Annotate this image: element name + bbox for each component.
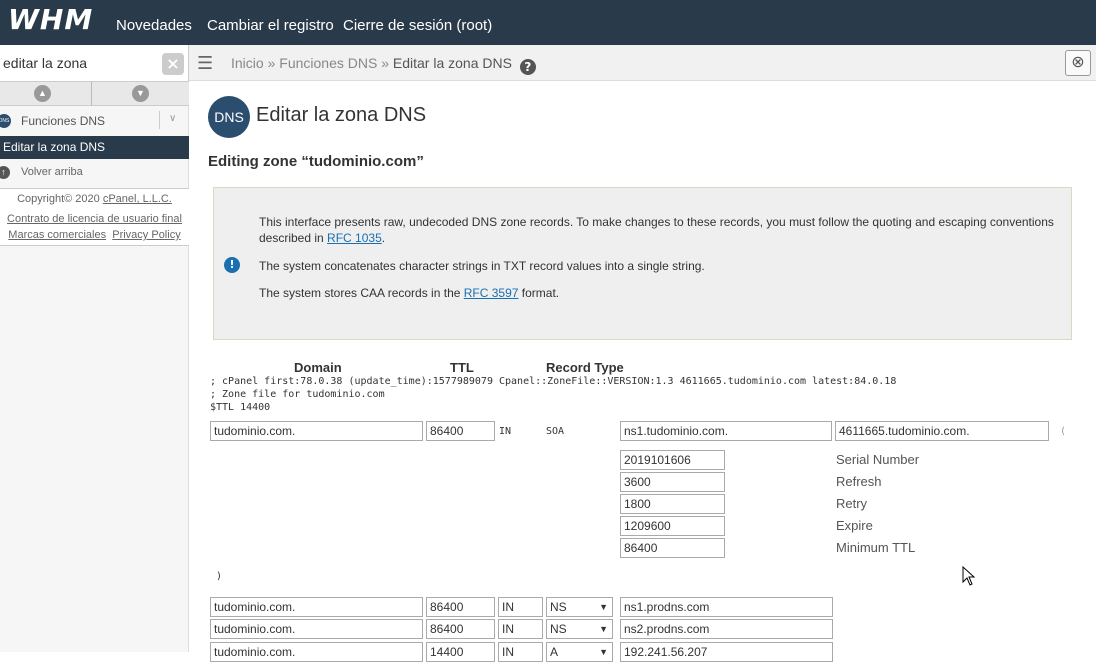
sidebar-scroll-controls: ▲ ▼ <box>0 82 189 106</box>
breadcrumb: Inicio » Funciones DNS » Editar la zona … <box>231 55 536 75</box>
breadcrumb-current: Editar la zona DNS <box>392 55 512 71</box>
divider <box>159 111 160 129</box>
divider <box>91 82 92 106</box>
breadcrumb-dns-functions[interactable]: Funciones DNS <box>279 55 377 71</box>
dns-icon: DNS <box>0 114 11 128</box>
soa-open-paren: ( <box>1060 426 1067 437</box>
scroll-up-icon[interactable]: ▲ <box>34 85 51 102</box>
soa-minttl-label: Minimum TTL <box>836 540 916 555</box>
cursor-icon <box>962 566 976 586</box>
sidebar-category-label: Funciones DNS <box>21 114 106 128</box>
scroll-down-icon[interactable]: ▼ <box>132 85 149 102</box>
main-content: DNS Editar la zona DNS Editing zone “tud… <box>190 82 1096 662</box>
record-ttl-input[interactable] <box>426 619 495 639</box>
soa-mname-input[interactable] <box>620 421 832 441</box>
column-header-type: Record Type <box>546 360 624 375</box>
license-link[interactable]: Contrato de licencia de usuario final <box>7 213 182 225</box>
zone-title: Editing zone “tudominio.com” <box>208 153 424 170</box>
record-domain-input[interactable] <box>210 619 423 639</box>
notice-line-2: The system concatenates character string… <box>259 259 705 273</box>
dropdown-arrow-icon: ▼ <box>599 624 608 634</box>
record-value-input[interactable] <box>620 619 833 639</box>
dns-icon: DNS <box>208 96 250 138</box>
column-header-ttl: TTL <box>450 360 474 375</box>
breadcrumb-home[interactable]: Inicio <box>231 55 264 71</box>
rfc3597-link[interactable]: RFC 3597 <box>464 286 519 300</box>
record-class-input[interactable] <box>498 619 543 639</box>
rfc1035-link[interactable]: RFC 1035 <box>327 231 382 245</box>
record-type-select[interactable]: A ▼ <box>546 642 613 662</box>
sidebar-category-dns[interactable]: DNS Funciones DNS ∨ <box>0 107 189 135</box>
lifesaver-icon[interactable]: ⊗ <box>1065 50 1091 76</box>
record-type-select[interactable]: NS ▼ <box>546 619 613 639</box>
soa-refresh-input[interactable] <box>620 472 725 492</box>
dropdown-arrow-icon: ▼ <box>599 602 608 612</box>
record-ttl-input[interactable] <box>426 597 495 617</box>
nav-novedades[interactable]: Novedades <box>116 17 192 34</box>
zone-comment: ; cPanel first:78.0.38 (update_time):157… <box>210 376 897 387</box>
top-bar: WHM Novedades Cambiar el registro Cierre… <box>0 0 1096 45</box>
zone-comment: $TTL 14400 <box>210 402 271 413</box>
sidebar-search <box>0 45 189 82</box>
soa-serial-input[interactable] <box>620 450 725 470</box>
column-header-domain: Domain <box>294 360 342 375</box>
soa-type: SOA <box>546 426 565 437</box>
sidebar-item-edit-zone[interactable]: Editar la zona DNS <box>0 136 189 159</box>
privacy-link[interactable]: Privacy Policy <box>112 229 180 241</box>
soa-retry-label: Retry <box>836 496 868 511</box>
breadcrumb-separator: » <box>381 55 389 71</box>
soa-refresh-label: Refresh <box>836 474 882 489</box>
notice-box: ! This interface presents raw, undecoded… <box>213 187 1072 340</box>
soa-ttl-input[interactable] <box>426 421 495 441</box>
trademarks-link[interactable]: Marcas comerciales <box>8 229 106 241</box>
record-value-input[interactable] <box>620 597 833 617</box>
record-value-input[interactable] <box>620 642 833 662</box>
back-to-top-label: Volver arriba <box>21 166 83 178</box>
search-input[interactable] <box>0 50 160 76</box>
record-class-input[interactable] <box>498 597 543 617</box>
notice-line-1: This interface presents raw, undecoded D… <box>259 215 1054 245</box>
info-icon: ! <box>224 257 240 273</box>
clear-icon[interactable]: × <box>162 53 184 75</box>
help-icon[interactable]: ? <box>519 59 536 75</box>
record-domain-input[interactable] <box>210 642 423 662</box>
copyright-text: Copyright© 2020 <box>17 193 103 205</box>
soa-close-paren: ) <box>216 571 223 582</box>
record-class-input[interactable] <box>498 642 543 662</box>
zone-comment: ; Zone file for tudominio.com <box>210 389 385 400</box>
menu-icon[interactable]: ☰ <box>197 53 213 74</box>
soa-retry-input[interactable] <box>620 494 725 514</box>
soa-minttl-input[interactable] <box>620 538 725 558</box>
nav-logout[interactable]: Cierre de sesión (root) <box>343 17 492 34</box>
back-to-top[interactable]: ↑ Volver arriba <box>0 162 189 184</box>
record-ttl-input[interactable] <box>426 642 495 662</box>
soa-expire-input[interactable] <box>620 516 725 536</box>
soa-serial-label: Serial Number <box>836 452 920 467</box>
dropdown-arrow-icon: ▼ <box>599 647 608 657</box>
cpanel-link[interactable]: cPanel, L.L.C. <box>103 193 172 205</box>
breadcrumb-separator: » <box>267 55 276 71</box>
record-domain-input[interactable] <box>210 597 423 617</box>
record-type-select[interactable]: NS ▼ <box>546 597 613 617</box>
notice-line-3: The system stores CAA records in the RFC… <box>259 286 560 300</box>
sidebar-footer: Copyright© 2020 cPanel, L.L.C. Contrato … <box>0 188 189 246</box>
whm-logo[interactable]: WHM <box>8 3 93 36</box>
soa-domain-input[interactable] <box>210 421 423 441</box>
soa-expire-label: Expire <box>836 518 873 533</box>
soa-rname-input[interactable] <box>835 421 1049 441</box>
up-arrow-icon: ↑ <box>0 166 10 179</box>
nav-change-log[interactable]: Cambiar el registro <box>207 17 334 34</box>
page-title: Editar la zona DNS <box>256 104 427 126</box>
chevron-down-icon[interactable]: ∨ <box>169 113 176 124</box>
soa-class: IN <box>499 426 512 437</box>
